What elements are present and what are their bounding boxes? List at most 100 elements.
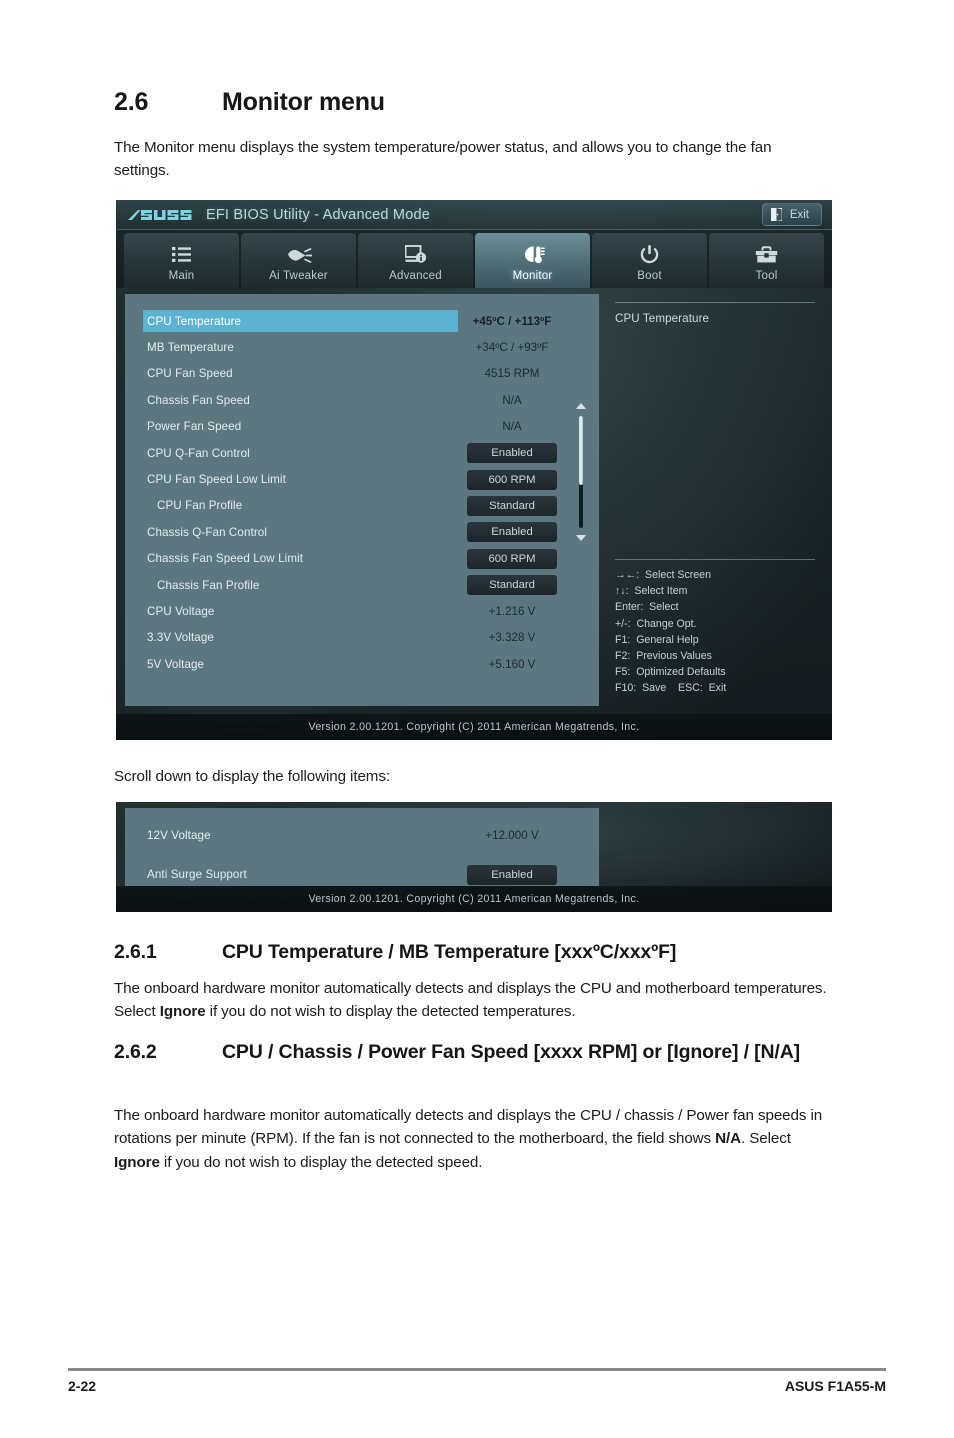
settings-row-value: N/A <box>502 393 522 407</box>
settings-row-label: CPU Temperature <box>147 314 242 328</box>
section-number: 2.6 <box>114 88 149 116</box>
settings-row[interactable]: CPU Fan Speed 4515 RPM <box>125 361 599 387</box>
tab-ai-tweaker-label: Ai Tweaker <box>269 269 328 282</box>
key-legend-line: ↑↓: Select Item <box>615 585 688 598</box>
key-legend: →←: Select Screen ↑↓: Select Item Enter: S… <box>615 559 815 696</box>
tab-tool[interactable]: Tool <box>709 233 824 288</box>
bios-title-bar: EFI BIOS Utility - Advanced Mode Exit <box>116 200 832 230</box>
section-title: Monitor menu <box>222 88 385 116</box>
settings-row-value: +12.000 V <box>485 829 539 842</box>
settings-pane-scrolled: 12V Voltage +12.000 V Anti Surge Support En… <box>125 808 599 886</box>
settings-row-option[interactable]: Enabled <box>467 522 557 543</box>
settings-row-label: Chassis Fan Profile <box>157 578 260 592</box>
tab-main-label: Main <box>168 269 195 282</box>
tab-advanced-label: Advanced <box>389 269 442 282</box>
subsection-261-title: CPU Temperature / MB Temperature [xxxºC/… <box>222 941 677 963</box>
settings-row-option[interactable]: Standard <box>467 575 557 596</box>
tab-ai-tweaker[interactable]: Ai Tweaker <box>241 233 356 288</box>
settings-row[interactable]: CPU Q-Fan Control Enabled <box>125 440 599 466</box>
settings-row-value: N/A <box>502 420 522 434</box>
settings-row-label: CPU Fan Speed <box>147 367 233 381</box>
subsection-262-body: The onboard hardware monitor automatical… <box>114 1107 823 1171</box>
settings-row-label: 3.3V Voltage <box>147 631 214 645</box>
settings-row-label: CPU Voltage <box>147 604 215 618</box>
key-legend-line: F10: Save ESC: Exit <box>615 681 727 694</box>
settings-row[interactable]: 5V Voltage +5.160 V <box>125 651 599 677</box>
settings-list: CPU Temperature +45ºC / +113ºF MB Temperat… <box>125 308 599 677</box>
subsection-261-number: 2.6.1 <box>114 941 157 963</box>
settings-row[interactable]: 3.3V Voltage +3.328 V <box>125 625 599 651</box>
advanced-info-icon <box>404 244 427 266</box>
settings-row-value: +3.328 V <box>488 631 536 645</box>
tab-monitor[interactable]: Monitor <box>475 233 590 288</box>
help-pane: CPU Temperature →←: Select Screen ↑↓: Sel… <box>605 294 825 706</box>
scroll-note: Scroll down to display the following ite… <box>114 768 390 785</box>
key-legend-line: F1: General Help <box>615 633 699 646</box>
settings-row-label: Chassis Q-Fan Control <box>147 525 268 539</box>
settings-row-option[interactable]: Standard <box>467 495 557 516</box>
subsection-262-number: 2.6.2 <box>114 1041 157 1063</box>
tab-main[interactable]: Main <box>124 233 239 288</box>
settings-row-label: Power Fan Speed <box>147 420 242 434</box>
settings-row-option[interactable]: Enabled <box>467 443 557 464</box>
settings-row-value: +34ºC / +93ºF <box>475 341 549 355</box>
settings-row-label: 12V Voltage <box>147 829 211 842</box>
settings-row[interactable]: CPU Voltage +1.216 V <box>125 598 599 624</box>
subsection-262-heading: 2.6.2 CPU / Chassis / Power Fan Speed [x… <box>114 1040 844 1066</box>
exit-button[interactable]: Exit <box>761 203 822 226</box>
scroll-down-button[interactable] <box>571 530 591 546</box>
settings-row[interactable]: Power Fan Speed N/A <box>125 414 599 440</box>
bios-title: EFI BIOS Utility - Advanced Mode <box>206 206 430 223</box>
footer-page-number: 2-22 <box>68 1378 97 1394</box>
settings-row-label: CPU Q-Fan Control <box>147 446 250 460</box>
settings-row-option[interactable]: 600 RPM <box>467 469 557 490</box>
tab-advanced[interactable]: Advanced <box>358 233 473 288</box>
tab-tool-label: Tool <box>755 269 778 282</box>
key-legend-line: +/-: Change Opt. <box>615 617 697 630</box>
settings-row-option[interactable]: Enabled <box>467 864 557 885</box>
settings-row-label: Chassis Fan Speed <box>147 393 250 407</box>
settings-row[interactable]: Chassis Fan Profile Standard <box>125 572 599 598</box>
settings-row[interactable]: CPU Temperature +45ºC / +113ºF <box>125 308 599 334</box>
monitor-gauge-icon <box>521 244 545 266</box>
settings-row[interactable]: Chassis Fan Speed Low Limit 600 RPM <box>125 546 599 572</box>
footer-rule <box>68 1368 886 1371</box>
tab-boot-label: Boot <box>637 269 662 282</box>
settings-row-value: 4515 RPM <box>484 367 540 381</box>
settings-row[interactable]: Chassis Q-Fan Control Enabled <box>125 519 599 545</box>
settings-row[interactable]: 12V Voltage +12.000 V <box>125 816 599 855</box>
settings-row-option[interactable]: 600 RPM <box>467 548 557 569</box>
bios-version-bar: Version 2.00.1201. Copyright (C) 2011 Am… <box>116 714 832 740</box>
bios-scrolled-body: 12V Voltage +12.000 V Anti Surge Support En… <box>116 802 832 886</box>
settings-row-label: CPU Fan Speed Low Limit <box>147 473 286 487</box>
subsection-261-heading: 2.6.1 CPU Temperature / MB Temperature [… <box>114 940 844 966</box>
exit-door-icon <box>770 208 782 221</box>
settings-row[interactable]: CPU Fan Profile Standard <box>125 493 599 519</box>
subsection-262-title: CPU / Chassis / Power Fan Speed [xxxx RP… <box>222 1041 800 1063</box>
power-icon <box>640 244 659 266</box>
chevron-down-icon <box>576 535 586 541</box>
key-legend-line: F5: Optimized Defaults <box>615 665 726 678</box>
help-title: CPU Temperature <box>615 312 710 325</box>
tab-monitor-label: Monitor <box>512 269 553 282</box>
settings-row-label: MB Temperature <box>147 341 234 355</box>
settings-row[interactable]: Chassis Fan Speed N/A <box>125 387 599 413</box>
settings-row-label: Chassis Fan Speed Low Limit <box>147 552 304 566</box>
asus-logo <box>128 209 192 220</box>
settings-row[interactable]: MB Temperature +34ºC / +93ºF <box>125 334 599 360</box>
subsection-261-body: The onboard hardware monitor automatical… <box>114 980 827 1021</box>
settings-row-label: Anti Surge Support <box>147 868 247 881</box>
settings-row-value: +45ºC / +113ºF <box>472 314 552 328</box>
exit-label: Exit <box>789 208 809 221</box>
legend-rule <box>615 559 815 561</box>
settings-row-value: +1.216 V <box>488 604 536 618</box>
bios-version-bar-scrolled: Version 2.00.1201. Copyright (C) 2011 Am… <box>116 886 832 912</box>
settings-row-label: CPU Fan Profile <box>157 499 243 513</box>
bios-screenshot-scrolled: 12V Voltage +12.000 V Anti Surge Support En… <box>116 802 832 912</box>
tab-boot[interactable]: Boot <box>592 233 707 288</box>
toolbox-icon <box>755 244 778 266</box>
settings-row-value: +5.160 V <box>488 657 536 671</box>
settings-row[interactable]: CPU Fan Speed Low Limit 600 RPM <box>125 466 599 492</box>
bios-tab-bar: Main Ai Tweaker Advanced Monitor Boot To… <box>116 230 832 288</box>
manual-page: 2.6 Monitor menu The Monitor menu displa… <box>0 0 954 1438</box>
